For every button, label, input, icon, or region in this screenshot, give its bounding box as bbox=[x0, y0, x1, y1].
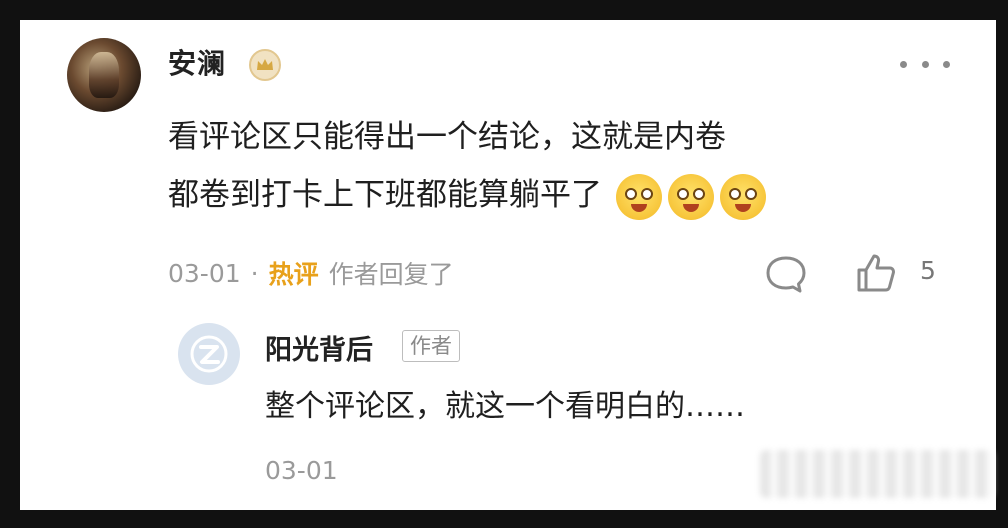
reply-date: 03-01 bbox=[265, 456, 338, 485]
emoji-group bbox=[615, 173, 766, 220]
meta-separator: · bbox=[250, 258, 259, 288]
comment-meta: 03-01 · 热评 作者回复了 bbox=[168, 256, 454, 290]
crown-badge-icon bbox=[249, 49, 281, 81]
comment-author-name[interactable]: 安澜 bbox=[168, 42, 226, 82]
drooling-face-icon bbox=[667, 173, 714, 220]
more-options-icon[interactable] bbox=[900, 56, 950, 72]
drooling-face-icon bbox=[719, 173, 766, 220]
avatar[interactable] bbox=[67, 38, 141, 112]
comment-body: 看评论区只能得出一个结论，这就是内卷 都卷到打卡上下班都能算躺平了 bbox=[168, 108, 868, 224]
reply-author-name[interactable]: 阳光背后 bbox=[265, 328, 373, 367]
comment-date: 03-01 bbox=[168, 258, 241, 288]
thumbs-up-icon[interactable] bbox=[854, 251, 898, 295]
avatar-figure bbox=[89, 52, 119, 98]
drooling-face-icon bbox=[615, 173, 662, 220]
hot-comment-label: 热评 bbox=[268, 260, 319, 289]
default-avatar-icon bbox=[190, 335, 228, 373]
comment-bubble-icon[interactable] bbox=[764, 254, 808, 294]
reply-body: 整个评论区，就这一个看明白的…… bbox=[265, 389, 745, 424]
author-replied-label[interactable]: 作者回复了 bbox=[329, 255, 454, 291]
comment-text-line: 看评论区只能得出一个结论，这就是内卷 bbox=[168, 119, 726, 155]
like-count: 5 bbox=[920, 256, 936, 285]
comment-text-line-content: 都卷到打卡上下班都能算躺平了 bbox=[168, 177, 602, 213]
comment-card: 安澜 看评论区只能得出一个结论，这就是内卷 都卷到打卡上下班都能算躺平了 03-… bbox=[20, 20, 996, 510]
reply-avatar[interactable] bbox=[178, 323, 240, 385]
blurred-watermark bbox=[760, 450, 994, 498]
comment-text-line-2: 都卷到打卡上下班都能算躺平了 bbox=[168, 166, 868, 224]
author-tag: 作者 bbox=[402, 330, 460, 362]
